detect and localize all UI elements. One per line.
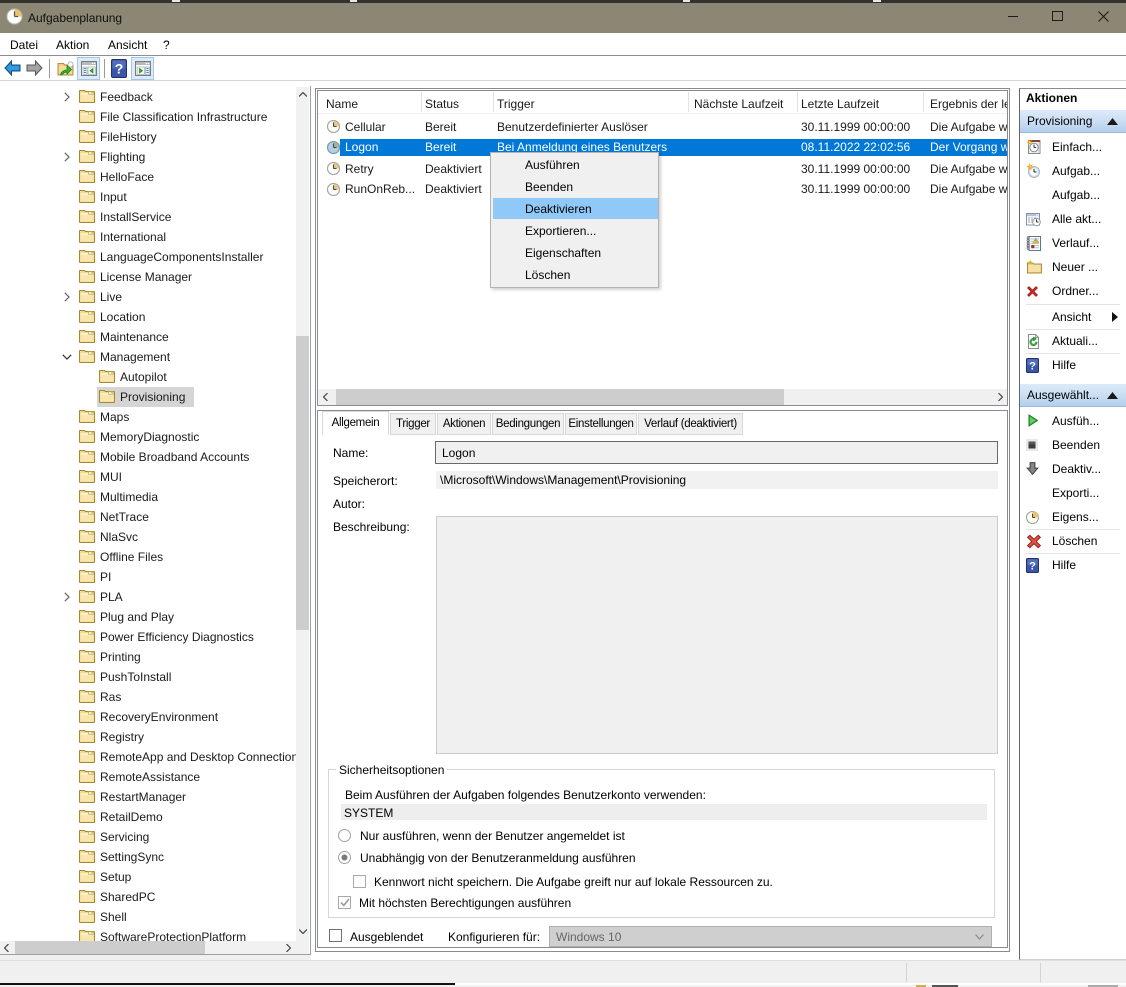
svg-text:?: ? bbox=[115, 61, 124, 77]
svg-text:?: ? bbox=[1029, 561, 1036, 573]
svg-text:?: ? bbox=[1029, 361, 1036, 373]
